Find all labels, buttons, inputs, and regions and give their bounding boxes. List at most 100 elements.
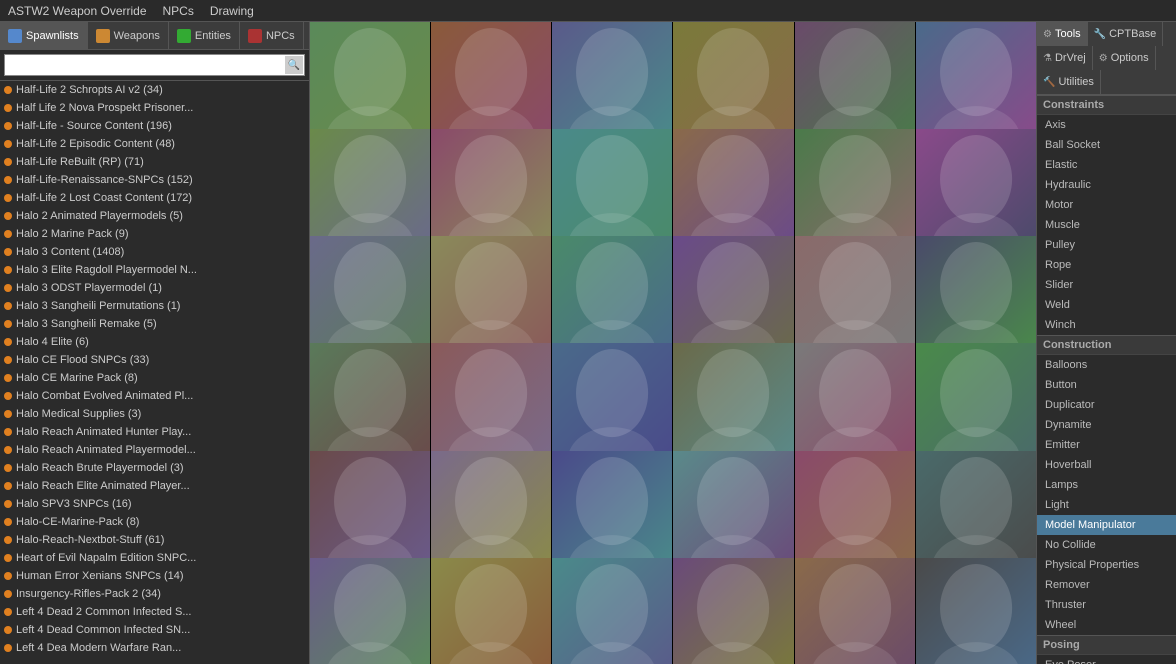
- grid-cell[interactable]: [795, 343, 915, 463]
- list-item[interactable]: Half-Life 2 Schropts AI v2 (34): [0, 81, 309, 99]
- list-item[interactable]: Left 4 Dea Modern Warfare Ran...: [0, 639, 309, 657]
- search-button[interactable]: 🔍: [285, 56, 303, 74]
- grid-cell[interactable]: [431, 558, 551, 664]
- tool-item[interactable]: Slider: [1037, 275, 1176, 295]
- grid-cell[interactable]: [310, 343, 430, 463]
- grid-cell[interactable]: [795, 129, 915, 249]
- grid-cell[interactable]: [310, 22, 430, 142]
- grid-cell[interactable]: [552, 129, 672, 249]
- tool-item[interactable]: Rope: [1037, 255, 1176, 275]
- grid-cell[interactable]: [673, 343, 793, 463]
- list-item[interactable]: Half-Life-Renaissance-SNPCs (152): [0, 171, 309, 189]
- grid-cell[interactable]: [673, 236, 793, 356]
- grid-cell[interactable]: [431, 236, 551, 356]
- grid-cell[interactable]: [916, 129, 1036, 249]
- grid-cell[interactable]: [916, 558, 1036, 664]
- tool-item[interactable]: Motor: [1037, 195, 1176, 215]
- list-item[interactable]: Halo 3 Sangheili Remake (5): [0, 315, 309, 333]
- tool-item[interactable]: Remover: [1037, 575, 1176, 595]
- tool-item[interactable]: Weld: [1037, 295, 1176, 315]
- list-item[interactable]: Halo Reach Animated Hunter Play...: [0, 423, 309, 441]
- list-item[interactable]: Half-Life 2 Episodic Content (48): [0, 135, 309, 153]
- grid-cell[interactable]: [552, 22, 672, 142]
- tool-item[interactable]: Physical Properties: [1037, 555, 1176, 575]
- grid-cell[interactable]: [795, 558, 915, 664]
- list-item[interactable]: Halo 2 Marine Pack (9): [0, 225, 309, 243]
- grid-cell[interactable]: [795, 22, 915, 142]
- menu-item-drawing[interactable]: Drawing: [210, 4, 254, 18]
- list-item[interactable]: Halo-CE-Marine-Pack (8): [0, 513, 309, 531]
- grid-cell[interactable]: [916, 236, 1036, 356]
- list-item[interactable]: Heart of Evil Napalm Edition SNPC...: [0, 549, 309, 567]
- list-item[interactable]: Halo 3 Elite Ragdoll Playermodel N...: [0, 261, 309, 279]
- list-item[interactable]: Halo 3 Sangheili Permutations (1): [0, 297, 309, 315]
- grid-cell[interactable]: [673, 22, 793, 142]
- tool-item[interactable]: Lamps: [1037, 475, 1176, 495]
- grid-cell[interactable]: [552, 451, 672, 571]
- grid-cell[interactable]: [310, 236, 430, 356]
- list-item[interactable]: Halo 4 Elite (6): [0, 333, 309, 351]
- list-item[interactable]: Human Error Xenians SNPCs (14): [0, 567, 309, 585]
- tools-tab-tools[interactable]: ⚙ Tools: [1037, 22, 1088, 46]
- list-item[interactable]: Halo Reach Animated Playermodel...: [0, 441, 309, 459]
- list-item[interactable]: Halo SPV3 SNPCs (16): [0, 495, 309, 513]
- grid-cell[interactable]: [552, 236, 672, 356]
- tool-item[interactable]: Balloons: [1037, 355, 1176, 375]
- grid-cell[interactable]: [916, 451, 1036, 571]
- grid-cell[interactable]: [916, 343, 1036, 463]
- tool-item[interactable]: Ball Socket: [1037, 135, 1176, 155]
- list-item[interactable]: Halo 3 Content (1408): [0, 243, 309, 261]
- grid-cell[interactable]: [310, 558, 430, 664]
- tool-item[interactable]: Dynamite: [1037, 415, 1176, 435]
- list-item[interactable]: Halo Reach Brute Playermodel (3): [0, 459, 309, 477]
- tools-tab-cptbase[interactable]: 🔧 CPTBase: [1088, 22, 1164, 46]
- grid-cell[interactable]: [310, 129, 430, 249]
- grid-cell[interactable]: [673, 558, 793, 664]
- list-item[interactable]: Half Life 2 Nova Prospekt Prisoner...: [0, 99, 309, 117]
- tool-item[interactable]: Axis: [1037, 115, 1176, 135]
- tool-item[interactable]: Thruster: [1037, 595, 1176, 615]
- tab-entities[interactable]: Entities: [169, 22, 240, 50]
- tool-item[interactable]: Muscle: [1037, 215, 1176, 235]
- list-item[interactable]: Halo 2 Animated Playermodels (5): [0, 207, 309, 225]
- menu-item-npcs[interactable]: NPCs: [163, 4, 194, 18]
- tool-item[interactable]: Model Manipulator: [1037, 515, 1176, 535]
- grid-cell[interactable]: [673, 451, 793, 571]
- list-item[interactable]: Left 4 Dead 2 Common Infected S...: [0, 603, 309, 621]
- search-input[interactable]: [4, 54, 305, 76]
- grid-cell[interactable]: [673, 129, 793, 249]
- grid-cell[interactable]: [431, 343, 551, 463]
- spawnlist[interactable]: Half-Life 2 Schropts AI v2 (34)Half Life…: [0, 81, 309, 664]
- tool-item[interactable]: Button: [1037, 375, 1176, 395]
- list-item[interactable]: Halo Medical Supplies (3): [0, 405, 309, 423]
- tool-item[interactable]: Light: [1037, 495, 1176, 515]
- tab-weapons[interactable]: Weapons: [88, 22, 169, 50]
- tool-item[interactable]: No Collide: [1037, 535, 1176, 555]
- tool-item[interactable]: Hoverball: [1037, 455, 1176, 475]
- list-item[interactable]: Halo CE Flood SNPCs (33): [0, 351, 309, 369]
- tool-item[interactable]: Hydraulic: [1037, 175, 1176, 195]
- grid-cell[interactable]: [431, 451, 551, 571]
- tab-npcs[interactable]: NPCs: [240, 22, 304, 50]
- tool-item[interactable]: Duplicator: [1037, 395, 1176, 415]
- menu-item-astw2[interactable]: ASTW2 Weapon Override: [8, 4, 147, 18]
- tool-item[interactable]: Emitter: [1037, 435, 1176, 455]
- list-item[interactable]: Halo Combat Evolved Animated Pl...: [0, 387, 309, 405]
- list-item[interactable]: Half-Life ReBuilt (RP) (71): [0, 153, 309, 171]
- tool-item[interactable]: Winch: [1037, 315, 1176, 335]
- tools-tab-drvrej[interactable]: ⚗ DrVrej: [1037, 46, 1093, 70]
- tool-item[interactable]: Eye Poser: [1037, 655, 1176, 664]
- grid-cell[interactable]: [310, 451, 430, 571]
- grid-cell[interactable]: [795, 451, 915, 571]
- tool-item[interactable]: Elastic: [1037, 155, 1176, 175]
- grid-cell[interactable]: [916, 22, 1036, 142]
- tool-item[interactable]: Pulley: [1037, 235, 1176, 255]
- list-item[interactable]: Half-Life - Source Content (196): [0, 117, 309, 135]
- tools-tab-options[interactable]: ⚙ Options: [1093, 46, 1156, 70]
- grid-cell[interactable]: [795, 236, 915, 356]
- grid-cell[interactable]: [431, 22, 551, 142]
- list-item[interactable]: Halo CE Marine Pack (8): [0, 369, 309, 387]
- grid-cell[interactable]: [431, 129, 551, 249]
- tools-tab-utilities[interactable]: 🔨 Utilities: [1037, 70, 1101, 94]
- list-item[interactable]: Halo-Reach-Nextbot-Stuff (61): [0, 531, 309, 549]
